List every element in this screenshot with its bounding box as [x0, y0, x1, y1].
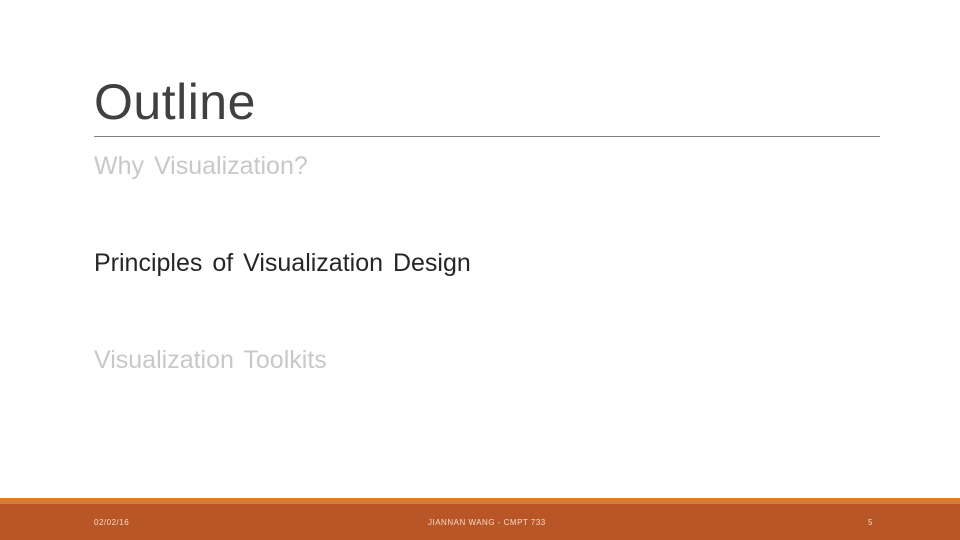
outline-item-visualization-toolkits: Visualization Toolkits	[94, 346, 327, 374]
title-divider	[94, 136, 880, 137]
outline-item-principles-of-design: Principles of Visualization Design	[94, 249, 471, 277]
footer-date: 02/02/16	[94, 518, 130, 527]
slide: Outline Why Visualization? Principles of…	[0, 0, 960, 540]
footer-page-number: 5	[868, 518, 873, 527]
outline-item-why-visualization: Why Visualization?	[94, 152, 308, 180]
footer-author-course: JIANNAN WANG - CMPT 733	[428, 518, 546, 527]
slide-title: Outline	[94, 74, 256, 130]
